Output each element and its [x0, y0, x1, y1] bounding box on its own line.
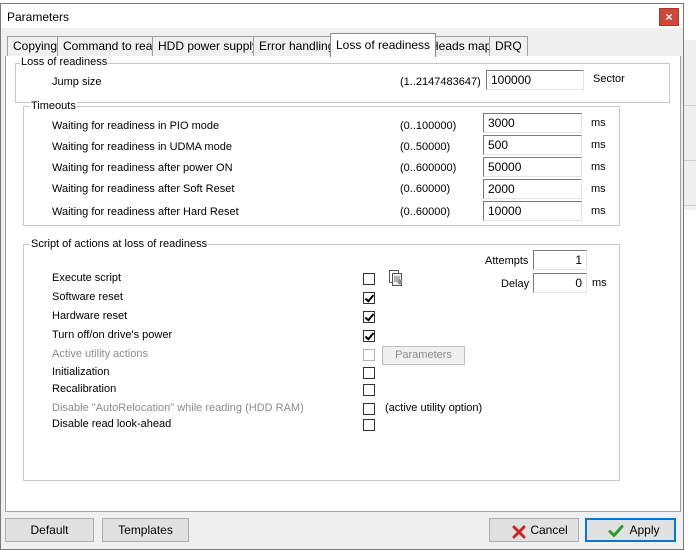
timeout-power-on-input[interactable]: 50000: [483, 157, 582, 177]
timeouts-group-label: Timeouts: [30, 100, 77, 112]
timeout-udma-input[interactable]: 500: [483, 135, 582, 155]
tab-hdd-power-supply[interactable]: HDD power supply: [152, 36, 265, 56]
timeout-pio-label: Waiting for readiness in PIO mode: [52, 120, 220, 132]
background-divider: [682, 160, 696, 161]
disable-autorelocation-checkbox[interactable]: [363, 403, 375, 415]
execute-script-label: Execute script: [52, 272, 122, 284]
title-bar[interactable]: Parameters ×: [1, 4, 683, 28]
delay-label: Delay: [501, 278, 530, 290]
initialization-label: Initialization: [52, 366, 110, 378]
hardware-reset-checkbox[interactable]: [363, 311, 375, 323]
script-file-icon[interactable]: [387, 269, 405, 287]
tab-error-handling[interactable]: Error handling: [253, 36, 341, 56]
attempts-input[interactable]: 1: [533, 250, 587, 270]
script-group-label: Script of actions at loss of readiness: [30, 238, 209, 250]
timeout-soft-reset-range: (0..60000): [400, 183, 451, 195]
attempts-label: Attempts: [485, 255, 529, 267]
timeout-udma-label: Waiting for readiness in UDMA mode: [52, 141, 232, 153]
active-utility-actions-label: Active utility actions: [52, 348, 148, 360]
timeout-soft-reset-label: Waiting for readiness after Soft Reset: [52, 183, 235, 195]
hardware-reset-label: Hardware reset: [52, 310, 128, 322]
tab-drq[interactable]: DRQ: [489, 36, 528, 56]
parameters-dialog: Parameters × Copying Command to read HDD…: [0, 3, 684, 550]
checkmark-icon: [608, 523, 624, 539]
tab-loss-of-readiness[interactable]: Loss of readiness: [330, 33, 437, 57]
timeout-soft-reset-unit: ms: [591, 183, 606, 195]
active-utility-actions-checkbox[interactable]: [363, 349, 375, 361]
timeout-hard-reset-input[interactable]: 10000: [483, 201, 582, 221]
timeout-pio-input[interactable]: 3000: [483, 113, 582, 133]
jump-size-range: (1..2147483647): [400, 76, 481, 88]
close-button[interactable]: ×: [659, 8, 679, 26]
background-divider: [682, 105, 696, 106]
execute-script-checkbox[interactable]: [363, 273, 375, 285]
loss-of-readiness-group-label: Loss of readiness: [20, 56, 109, 68]
cancel-button[interactable]: Cancel: [489, 518, 579, 542]
delay-input[interactable]: 0: [533, 273, 587, 293]
timeout-power-on-unit: ms: [591, 161, 606, 173]
timeout-udma-range: (0..50000): [400, 141, 451, 153]
background-app-edge: [682, 40, 696, 210]
timeout-hard-reset-range: (0..60000): [400, 206, 451, 218]
jump-size-unit: Sector: [593, 73, 625, 85]
apply-button[interactable]: Apply: [585, 518, 676, 542]
timeout-power-on-range: (0..600000): [400, 162, 457, 174]
jump-size-input[interactable]: 100000: [486, 70, 584, 90]
software-reset-checkbox[interactable]: [363, 292, 375, 304]
timeout-pio-unit: ms: [591, 117, 606, 129]
software-reset-label: Software reset: [52, 291, 123, 303]
initialization-checkbox[interactable]: [363, 367, 375, 379]
background-divider: [682, 205, 696, 206]
recalibration-label: Recalibration: [52, 383, 117, 395]
timeout-hard-reset-label: Waiting for readiness after Hard Reset: [52, 206, 239, 218]
templates-button[interactable]: Templates: [102, 518, 189, 542]
jump-size-label: Jump size: [52, 76, 102, 88]
cancel-icon: [512, 524, 526, 539]
timeout-pio-range: (0..100000): [400, 120, 457, 132]
timeout-soft-reset-input[interactable]: 2000: [483, 179, 582, 199]
timeout-power-on-label: Waiting for readiness after power ON: [52, 162, 233, 174]
tab-copying[interactable]: Copying: [7, 36, 64, 56]
delay-unit: ms: [592, 277, 607, 289]
active-utility-option-note: (active utility option): [385, 402, 483, 414]
recalibration-checkbox[interactable]: [363, 384, 375, 396]
default-button[interactable]: Default: [5, 518, 94, 542]
timeout-udma-unit: ms: [591, 139, 606, 151]
timeout-hard-reset-unit: ms: [591, 205, 606, 217]
disable-autorelocation-label: Disable "AutoRelocation" while reading (…: [52, 402, 304, 414]
disable-read-lookahead-label: Disable read look-ahead: [52, 418, 172, 430]
tab-command-to-read[interactable]: Command to read: [57, 36, 166, 56]
disable-read-lookahead-checkbox[interactable]: [363, 419, 375, 431]
window-title: Parameters: [7, 10, 70, 24]
power-cycle-label: Turn off/on drive's power: [52, 329, 173, 341]
parameters-button[interactable]: Parameters: [382, 346, 465, 365]
power-cycle-checkbox[interactable]: [363, 330, 375, 342]
